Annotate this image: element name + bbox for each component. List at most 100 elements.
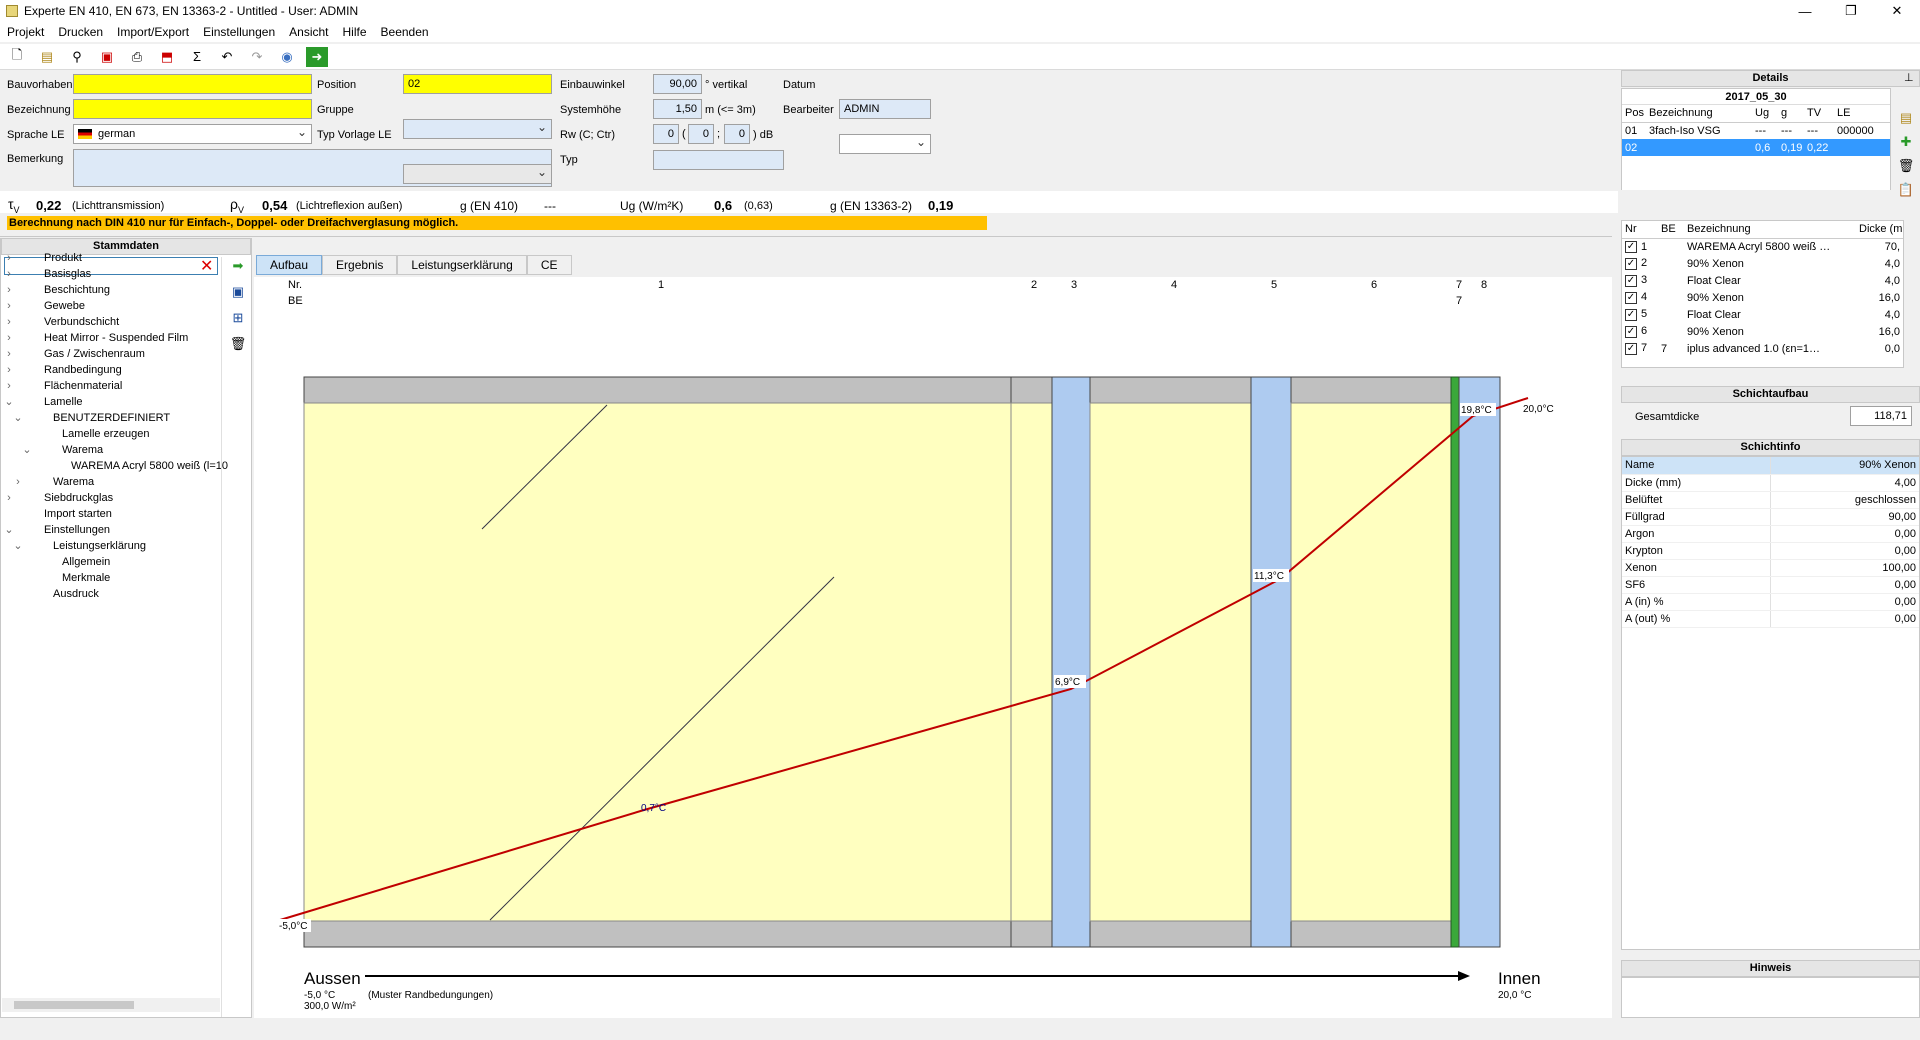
tree-item[interactable]: WAREMA Acryl 5800 weiß (l=10 bbox=[2, 458, 228, 474]
tree-item[interactable]: › Gewebe bbox=[2, 298, 220, 314]
collapsed-icon[interactable]: › bbox=[2, 250, 16, 266]
tree-item[interactable]: › Gas / Zwischenraum bbox=[2, 346, 220, 362]
info-row[interactable]: Argon 0,00 bbox=[1622, 525, 1919, 543]
tree-item[interactable]: ⌄ Leistungserklärung bbox=[2, 538, 220, 554]
tree-item[interactable]: › Flächenmaterial bbox=[2, 378, 220, 394]
collapsed-icon[interactable]: › bbox=[2, 282, 16, 298]
layers-vscrollbar[interactable] bbox=[1904, 220, 1918, 368]
layer-8-glass[interactable] bbox=[1458, 376, 1501, 948]
table-row-selected[interactable]: 02 0,6 0,19 0,22 bbox=[1622, 139, 1890, 156]
save-icon[interactable]: ▣ bbox=[96, 47, 118, 67]
einbauwinkel-input[interactable]: 90,00 bbox=[653, 74, 702, 94]
tree-item[interactable]: › Randbedingung bbox=[2, 362, 220, 378]
find-icon[interactable]: ⚲ bbox=[66, 47, 88, 67]
collapsed-icon[interactable]: › bbox=[2, 314, 16, 330]
new-file-icon[interactable]: 🗋 bbox=[6, 47, 28, 67]
bauvorhaben-input[interactable] bbox=[73, 74, 312, 94]
tree-item[interactable]: Lamelle erzeugen bbox=[2, 426, 220, 442]
open-file-icon[interactable]: ▤ bbox=[36, 47, 58, 67]
layer-checkbox[interactable]: ✓ bbox=[1625, 257, 1637, 270]
layer-checkbox[interactable]: ✓ bbox=[1625, 240, 1637, 253]
table-row[interactable]: ✓ 3 Float Clear 4,0 bbox=[1622, 272, 1903, 289]
details-hscrollbar[interactable] bbox=[1621, 190, 1891, 203]
tree-scroll-thumb[interactable] bbox=[14, 1001, 134, 1009]
info-row[interactable]: Krypton 0,00 bbox=[1622, 542, 1919, 560]
tab-ergebnis[interactable]: Ergebnis bbox=[322, 255, 398, 275]
expanded-icon[interactable]: ⌄ bbox=[2, 394, 16, 410]
maximize-button[interactable]: ❐ bbox=[1828, 0, 1874, 22]
layer-3-glass[interactable] bbox=[1051, 376, 1091, 948]
expanded-icon[interactable]: ⌄ bbox=[11, 410, 25, 426]
info-row[interactable]: Name 90% Xenon bbox=[1622, 457, 1919, 475]
menu-ansicht[interactable]: Ansicht bbox=[282, 25, 335, 39]
layer-7-coating[interactable] bbox=[1450, 376, 1460, 948]
help-icon[interactable]: ◉ bbox=[276, 47, 298, 67]
info-row[interactable]: A (in) % 0,00 bbox=[1622, 593, 1919, 611]
menu-beenden[interactable]: Beenden bbox=[374, 25, 436, 39]
info-row[interactable]: A (out) % 0,00 bbox=[1622, 610, 1919, 628]
tree-item[interactable]: › Produkt bbox=[2, 250, 220, 266]
table-row[interactable]: ✓ 7 7 iplus advanced 1.0 (εn=1… 0,0 bbox=[1622, 340, 1903, 357]
tree-item[interactable]: ⌄ Lamelle bbox=[2, 394, 220, 410]
info-row[interactable]: Belüftet geschlossen bbox=[1622, 491, 1919, 509]
table-row[interactable]: 01 3fach-Iso VSG --- --- --- 000000 bbox=[1622, 122, 1890, 139]
expanded-icon[interactable]: ⌄ bbox=[11, 538, 25, 554]
print-icon[interactable]: ⎙ bbox=[126, 47, 148, 67]
bearbeiter-input[interactable]: ADMIN bbox=[839, 99, 931, 119]
info-row[interactable]: Füllgrad 90,00 bbox=[1622, 508, 1919, 526]
collapsed-icon[interactable]: › bbox=[2, 490, 16, 506]
undo-icon[interactable]: ↶ bbox=[216, 47, 238, 67]
collapsed-icon[interactable]: › bbox=[2, 362, 16, 378]
position-input[interactable]: 02 bbox=[403, 74, 552, 94]
expanded-icon[interactable]: ⌄ bbox=[20, 442, 34, 458]
sum-icon[interactable]: Σ bbox=[186, 47, 208, 67]
tree-item[interactable]: ⌄ Einstellungen bbox=[2, 522, 220, 538]
typvorlage-select[interactable] bbox=[403, 164, 552, 184]
bezeichnung-input[interactable] bbox=[73, 99, 312, 119]
tree-item[interactable]: › Warema bbox=[2, 474, 220, 490]
menu-hilfe[interactable]: Hilfe bbox=[336, 25, 374, 39]
typ-input[interactable] bbox=[653, 150, 784, 170]
info-row[interactable]: Dicke (mm) 4,00 bbox=[1622, 474, 1919, 492]
tree-hscrollbar[interactable] bbox=[2, 998, 220, 1012]
tree-item[interactable]: › Siebdruckglas bbox=[2, 490, 220, 506]
rw-ctr-input[interactable]: 0 bbox=[724, 124, 750, 144]
tab-aufbau[interactable]: Aufbau bbox=[256, 255, 323, 275]
add-position-icon[interactable]: ✚ bbox=[1901, 134, 1912, 150]
clipboard-icon[interactable]: 📋 bbox=[1898, 182, 1914, 198]
layer-checkbox[interactable]: ✓ bbox=[1625, 291, 1637, 304]
rw-c-input[interactable]: 0 bbox=[688, 124, 714, 144]
tree-item[interactable]: Import starten bbox=[2, 506, 220, 522]
menu-drucken[interactable]: Drucken bbox=[51, 25, 110, 39]
tab-ce[interactable]: CE bbox=[526, 255, 572, 275]
rw-input[interactable]: 0 bbox=[653, 124, 679, 144]
table-row[interactable]: ✓ 1 WAREMA Acryl 5800 weiß … 70, bbox=[1622, 238, 1903, 255]
systemhoehe-input[interactable]: 1,50 bbox=[653, 99, 702, 119]
info-row[interactable]: SF6 0,00 bbox=[1622, 576, 1919, 594]
collapsed-icon[interactable]: › bbox=[2, 378, 16, 394]
tree-item[interactable]: › Beschichtung bbox=[2, 282, 220, 298]
tree-item[interactable]: Allgemein bbox=[2, 554, 220, 570]
open-project-icon[interactable]: ▤ bbox=[1900, 110, 1912, 126]
exit-icon[interactable]: ➜ bbox=[306, 46, 328, 67]
expanded-icon[interactable]: ⌄ bbox=[2, 522, 16, 538]
tree-item[interactable]: ⌄ BENUTZERDEFINIERT bbox=[2, 410, 220, 426]
tree-item[interactable]: › Verbundschicht bbox=[2, 314, 220, 330]
layer-checkbox[interactable]: ✓ bbox=[1625, 325, 1637, 338]
collapsed-icon[interactable]: › bbox=[11, 474, 25, 490]
tree-item[interactable]: › Heat Mirror - Suspended Film bbox=[2, 330, 220, 346]
tree-item[interactable]: › Basisglas bbox=[2, 266, 220, 282]
table-row[interactable]: ✓ 6 90% Xenon 16,0 bbox=[1622, 323, 1903, 340]
table-row[interactable]: ✓ 5 Float Clear 4,0 bbox=[1622, 306, 1903, 323]
redo-icon[interactable]: ↷ bbox=[246, 47, 268, 67]
collapsed-icon[interactable]: › bbox=[2, 346, 16, 362]
table-row[interactable]: ✓ 2 90% Xenon 4,0 bbox=[1622, 255, 1903, 272]
collapsed-icon[interactable]: › bbox=[2, 298, 16, 314]
pdf-icon[interactable]: ⬒ bbox=[156, 47, 178, 67]
collapsed-icon[interactable]: › bbox=[2, 266, 16, 282]
info-row[interactable]: Xenon 100,00 bbox=[1622, 559, 1919, 577]
menu-einstellungen[interactable]: Einstellungen bbox=[196, 25, 282, 39]
table-row[interactable]: ✓ 4 90% Xenon 16,0 bbox=[1622, 289, 1903, 306]
delete-position-icon[interactable]: 🗑 bbox=[1898, 158, 1915, 174]
close-button[interactable]: ✕ bbox=[1874, 0, 1920, 22]
